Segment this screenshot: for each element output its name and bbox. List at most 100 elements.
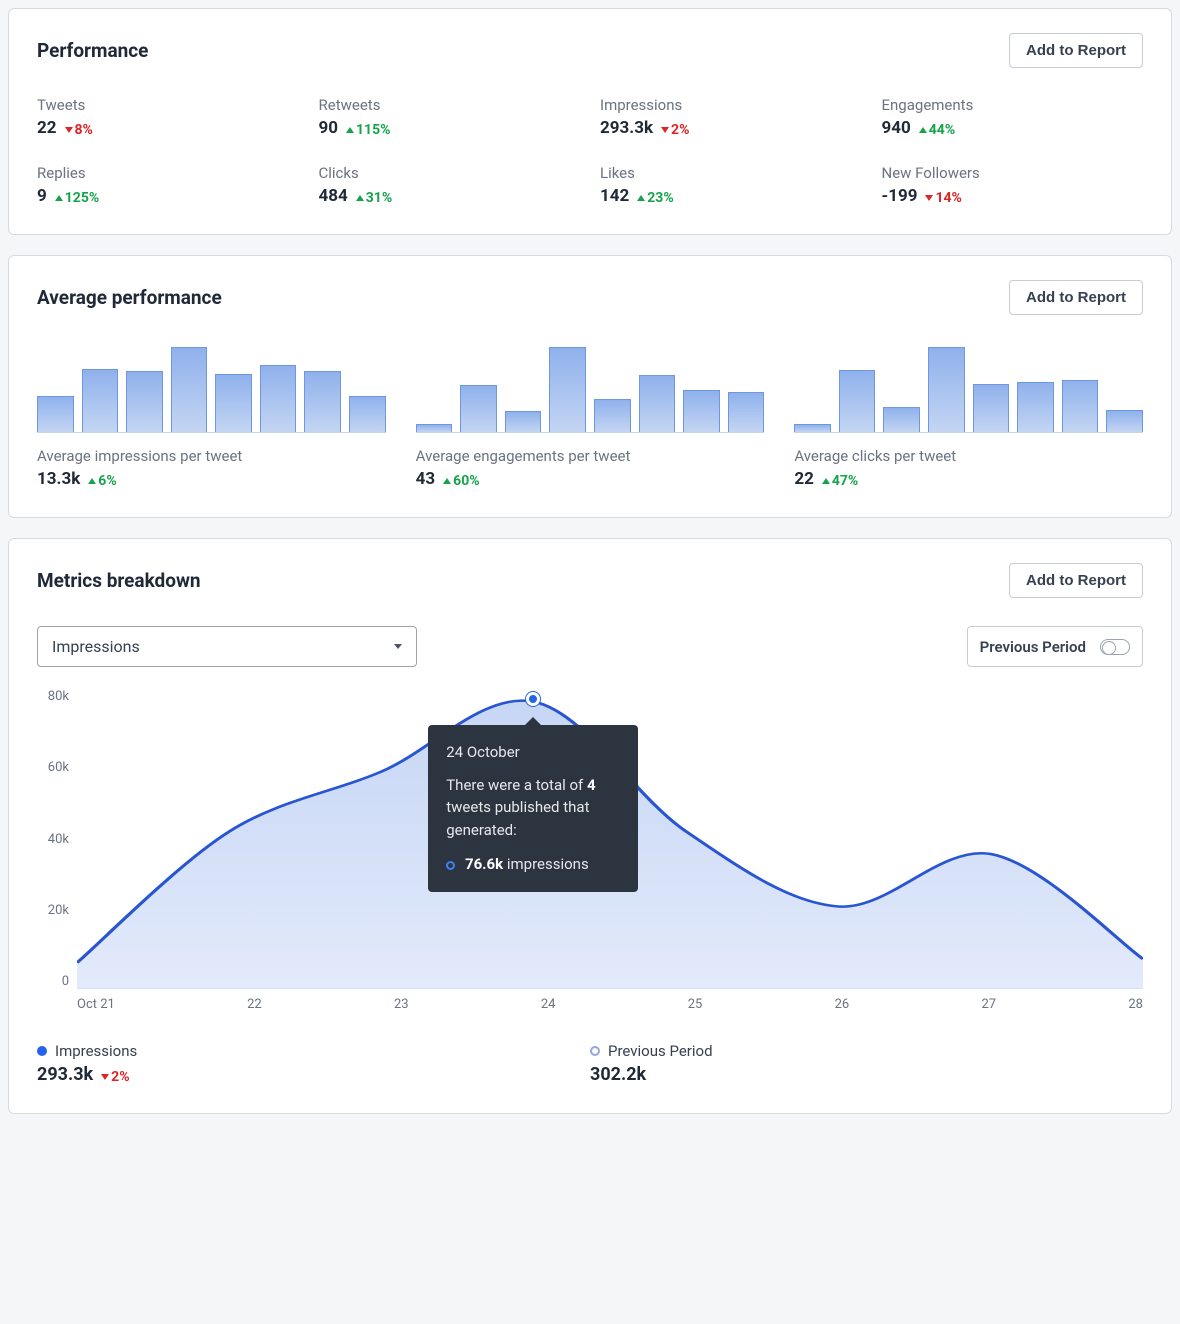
bar <box>126 371 163 432</box>
average-charts-grid: Average impressions per tweet13.3k6%Aver… <box>37 343 1143 489</box>
metric-cell: Replies 9 125% <box>37 164 299 206</box>
bar <box>639 375 676 432</box>
metric-value: 484 <box>319 186 348 206</box>
metric-delta: 8% <box>65 122 93 138</box>
bar <box>728 392 765 432</box>
bar <box>215 374 252 432</box>
metric-delta: 2% <box>661 122 689 138</box>
average-col: Average engagements per tweet 43 60% <box>416 343 765 489</box>
arrow-up-icon <box>346 127 354 133</box>
metric-label: Impressions <box>600 96 862 114</box>
bar <box>460 385 497 432</box>
add-to-report-button[interactable]: Add to Report <box>1009 33 1143 68</box>
x-tick: 26 <box>835 997 850 1012</box>
bar <box>594 399 631 432</box>
add-to-report-button[interactable]: Add to Report <box>1009 563 1143 598</box>
legend-dot-icon <box>590 1046 600 1056</box>
performance-metrics-grid: Tweets228%Retweets90115%Impressions293.3… <box>37 96 1143 206</box>
bar <box>37 396 74 432</box>
metric-value: 142 <box>600 186 629 206</box>
average-value: 43 <box>416 469 436 489</box>
x-tick: 22 <box>247 997 262 1012</box>
x-tick: Oct 21 <box>77 997 115 1012</box>
average-col: Average clicks per tweet2247% <box>794 343 1143 489</box>
y-axis: 80k60k40k20k0 <box>37 689 77 989</box>
arrow-up-icon <box>822 478 830 484</box>
metric-delta: 14% <box>925 190 961 206</box>
metric-value: 940 <box>882 118 911 138</box>
bar <box>304 371 341 432</box>
metric-value: 9 <box>37 186 47 206</box>
metric-cell: Impressions 293.3k 2% <box>600 96 862 138</box>
bar <box>505 411 542 432</box>
metric-delta: 31% <box>356 190 392 206</box>
metric-cell: Likes14223% <box>600 164 862 206</box>
bar <box>683 390 720 433</box>
y-tick: 60k <box>37 760 69 775</box>
metric-label: Replies <box>37 164 299 182</box>
y-tick: 20k <box>37 903 69 918</box>
arrow-up-icon <box>356 195 364 201</box>
metric-value: 293.3k <box>600 118 653 138</box>
metric-label: Clicks <box>319 164 581 182</box>
chevron-down-icon <box>394 644 402 649</box>
bar <box>260 365 297 432</box>
x-tick: 24 <box>541 997 556 1012</box>
metric-cell: Clicks 484 31% <box>319 164 581 206</box>
breakdown-title: Metrics breakdown <box>37 569 201 592</box>
metric-select[interactable]: Impressions <box>37 626 417 667</box>
legend-previous-label: Previous Period <box>608 1042 713 1060</box>
performance-header: Performance Add to Report <box>37 33 1143 68</box>
legend-dot-icon <box>37 1046 47 1056</box>
arrow-down-icon <box>925 195 933 201</box>
performance-card: Performance Add to Report Tweets228% Retw… <box>8 8 1172 235</box>
arrow-up-icon <box>443 478 451 484</box>
bar <box>82 369 119 432</box>
performance-title: Performance <box>37 39 148 62</box>
tooltip-date: 24 October <box>446 741 620 764</box>
metric-cell: Retweets90115% <box>319 96 581 138</box>
metric-label: Tweets <box>37 96 299 114</box>
breakdown-header: Metrics breakdown Add to Report <box>37 563 1143 598</box>
previous-period-toggle[interactable]: Previous Period <box>967 626 1143 667</box>
average-header: Average performance Add to Report <box>37 280 1143 315</box>
bar <box>883 407 920 432</box>
y-tick: 0 <box>37 974 69 989</box>
metric-delta: 125% <box>55 190 99 206</box>
metric-cell: Engagements 940 44% <box>882 96 1144 138</box>
average-delta: 6% <box>88 473 116 489</box>
bar <box>171 347 208 432</box>
chart-data-point <box>526 692 540 706</box>
metric-cell: Tweets228% <box>37 96 299 138</box>
metric-label: Engagements <box>882 96 1144 114</box>
metric-label: New Followers <box>882 164 1144 182</box>
arrow-up-icon <box>88 478 96 484</box>
average-label: Average clicks per tweet <box>794 447 1143 465</box>
legend-current-delta: 2% <box>101 1069 129 1085</box>
x-axis: Oct 2122232425262728 <box>37 989 1143 1012</box>
tooltip-metric-row: 76.6k impressions <box>446 853 620 876</box>
average-label: Average engagements per tweet <box>416 447 765 465</box>
add-to-report-button[interactable]: Add to Report <box>1009 280 1143 315</box>
plot-area: 24 October There were a total of 4 tweet… <box>77 689 1143 989</box>
metric-label: Retweets <box>319 96 581 114</box>
metric-delta: 44% <box>919 122 955 138</box>
toggle-switch[interactable] <box>1100 639 1130 655</box>
legend-current-label: Impressions <box>55 1042 137 1060</box>
chart-tooltip: 24 October There were a total of 4 tweet… <box>428 725 638 892</box>
average-label: Average impressions per tweet <box>37 447 386 465</box>
legend-previous: Previous Period 302.2k <box>590 1042 1143 1085</box>
metric-value: 90 <box>319 118 339 138</box>
arrow-up-icon <box>919 127 927 133</box>
legend-previous-value: 302.2k <box>590 1064 646 1085</box>
breakdown-controls: Impressions Previous Period <box>37 626 1143 667</box>
average-title: Average performance <box>37 286 222 309</box>
bar <box>839 370 876 432</box>
average-delta: 60% <box>443 473 479 489</box>
chart-legend: Impressions 293.3k 2% Previous Period 30… <box>37 1042 1143 1085</box>
arrow-up-icon <box>637 195 645 201</box>
legend-current: Impressions 293.3k 2% <box>37 1042 137 1085</box>
x-tick: 25 <box>688 997 703 1012</box>
average-col: Average impressions per tweet13.3k6% <box>37 343 386 489</box>
metric-label: Likes <box>600 164 862 182</box>
